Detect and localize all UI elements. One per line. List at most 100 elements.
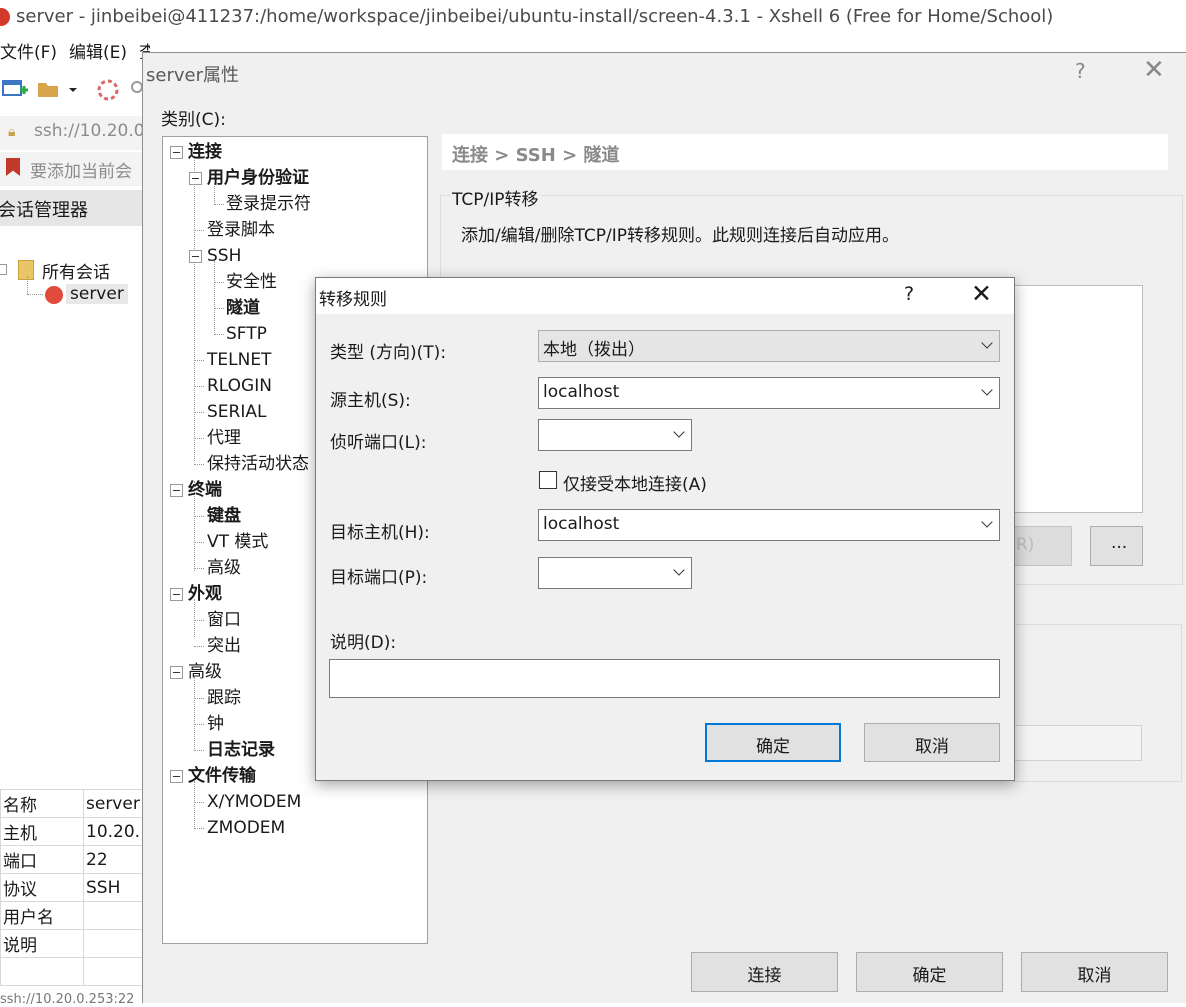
type-select[interactable]: 本地（拨出） (538, 330, 1000, 362)
chevron-down-icon[interactable] (68, 80, 78, 100)
prop-value (83, 901, 144, 930)
status-url: ssh://10.20.0.253:22 (0, 992, 135, 1007)
app-titlebar: server - jinbeibei@411237:/home/workspac… (0, 0, 1186, 36)
tree-trace[interactable]: 跟踪 (207, 687, 241, 709)
prop-value: server (83, 789, 144, 818)
source-host-combo[interactable]: localhost (538, 377, 1000, 409)
category-label: 类别(C): (161, 110, 226, 130)
tcp-description: 添加/编辑/删除TCP/IP转移规则。此规则连接后自动应用。 (461, 226, 899, 246)
new-session-icon[interactable] (2, 78, 28, 105)
tree-appearance[interactable]: 外观 (188, 583, 222, 605)
tree-telnet[interactable]: TELNET (207, 349, 271, 371)
tree-highlight[interactable]: 突出 (207, 635, 241, 657)
tree-toggle[interactable] (170, 146, 183, 159)
tree-logging[interactable]: 日志记录 (207, 739, 275, 761)
prop-value (83, 957, 144, 986)
tree-keepalive[interactable]: 保持活动状态 (207, 453, 309, 475)
disconnect-icon[interactable] (96, 78, 122, 107)
breadcrumb: 连接 > SSH > 隧道 (442, 134, 1168, 170)
prop-key (0, 957, 84, 986)
secondary-input[interactable] (1013, 725, 1142, 761)
session-manager-title: 会话管理器 (0, 200, 88, 221)
tree-toggle[interactable] (189, 172, 202, 185)
prop-value: 10.20. (83, 817, 144, 846)
server-session-icon (45, 286, 63, 304)
dialog-title: server属性 (146, 65, 239, 86)
listen-port-label: 侦听端口(L): (330, 433, 427, 453)
prop-value: SSH (83, 873, 144, 902)
tree-xymodem[interactable]: X/YMODEM (207, 791, 301, 813)
source-host-label: 源主机(S): (330, 391, 411, 411)
session-properties: 名称 server 主机 10.20. 端口 22 协议 SSH 用户名 说明 (0, 789, 145, 986)
prop-key: 名称 (0, 789, 84, 818)
tree-auth[interactable]: 用户身份验证 (207, 167, 309, 189)
tree-tunnel[interactable]: 隧道 (226, 297, 260, 319)
tree-login-script[interactable]: 登录脚本 (207, 219, 275, 241)
rule-cancel-button[interactable]: 取消 (864, 723, 1000, 762)
tree-ssh[interactable]: SSH (207, 245, 241, 267)
target-host-combo[interactable]: localhost (538, 509, 1000, 541)
tree-file-transfer[interactable]: 文件传输 (188, 765, 256, 787)
rule-ok-button[interactable]: 确定 (705, 723, 841, 762)
tree-window[interactable]: 窗口 (207, 609, 241, 631)
forwarding-rule-dialog: 转移规则 ? ✕ 类型 (方向)(T): 本地（拨出） 源主机(S): loca… (315, 277, 1015, 781)
tree-toggle[interactable] (170, 588, 183, 601)
menu-edit[interactable]: 编辑(E) (69, 43, 127, 63)
tree-clock[interactable]: 钟 (207, 713, 224, 735)
open-folder-icon[interactable] (36, 78, 62, 105)
rule-dialog-title: 转移规则 (319, 290, 387, 310)
address-bar[interactable]: 🔒︎ ssh://10.20.0 (0, 116, 145, 150)
hint-bar: 要添加当前会 (0, 152, 145, 186)
tree-toggle[interactable] (189, 250, 202, 263)
tree-vt-mode[interactable]: VT 模式 (207, 531, 268, 553)
help-button[interactable]: ? (904, 283, 914, 305)
tree-zmodem[interactable]: ZMODEM (207, 817, 285, 839)
tree-connection[interactable]: 连接 (188, 141, 222, 163)
chevron-down-icon (981, 516, 993, 528)
local-only-label[interactable]: 仅接受本地连接(A) (563, 470, 707, 495)
menu-file[interactable]: 文件(F) (0, 43, 57, 63)
remove-button[interactable]: R) (1013, 526, 1072, 566)
tree-login-prompt[interactable]: 登录提示符 (226, 193, 311, 215)
local-only-checkbox[interactable] (539, 471, 557, 489)
connect-button[interactable]: 连接 (691, 952, 838, 992)
description-input[interactable] (329, 659, 1000, 698)
menubar: 文件(F)编辑(E)查看(V) (0, 38, 150, 64)
tree-keyboard[interactable]: 键盘 (207, 505, 241, 527)
app-title: server - jinbeibei@411237:/home/workspac… (16, 6, 1054, 27)
close-button[interactable]: ✕ (971, 279, 992, 308)
tree-advanced[interactable]: 高级 (188, 661, 222, 683)
tree-sftp[interactable]: SFTP (226, 323, 267, 345)
tree-toggle[interactable] (170, 666, 183, 679)
forwarding-rules-list[interactable] (1013, 285, 1143, 513)
tree-terminal[interactable]: 终端 (188, 479, 222, 501)
prop-key: 端口 (0, 845, 84, 874)
tree-serial[interactable]: SERIAL (207, 401, 266, 423)
tree-security[interactable]: 安全性 (226, 271, 277, 293)
more-button[interactable]: ... (1090, 526, 1143, 566)
help-button[interactable]: ? (1075, 59, 1086, 83)
xshell-logo-icon (0, 8, 10, 26)
tree-toggle[interactable] (170, 770, 183, 783)
toolbar (0, 70, 145, 110)
tree-toggle[interactable] (170, 484, 183, 497)
target-host-label: 目标主机(H): (330, 523, 430, 543)
chevron-down-icon (673, 426, 685, 438)
session-tree: 所有会话 server (0, 256, 145, 326)
breadcrumb-text: 连接 > SSH > 隧道 (452, 145, 620, 166)
prop-value (83, 929, 144, 958)
prop-key: 协议 (0, 873, 84, 902)
listen-port-combo[interactable] (538, 419, 692, 451)
ok-button[interactable]: 确定 (856, 952, 1003, 992)
tree-toggle[interactable] (0, 264, 7, 275)
cancel-button[interactable]: 取消 (1021, 952, 1168, 992)
close-button[interactable]: ✕ (1143, 55, 1165, 85)
tree-rlogin[interactable]: RLOGIN (207, 375, 272, 397)
address-text: ssh://10.20.0 (34, 121, 145, 141)
tree-all-sessions[interactable]: 所有会话 (42, 258, 110, 283)
tree-server[interactable]: server (66, 284, 128, 304)
type-value: 本地（拨出） (543, 340, 645, 360)
target-port-combo[interactable] (538, 557, 692, 589)
tree-proxy[interactable]: 代理 (207, 427, 241, 449)
tree-terminal-advanced[interactable]: 高级 (207, 557, 241, 579)
